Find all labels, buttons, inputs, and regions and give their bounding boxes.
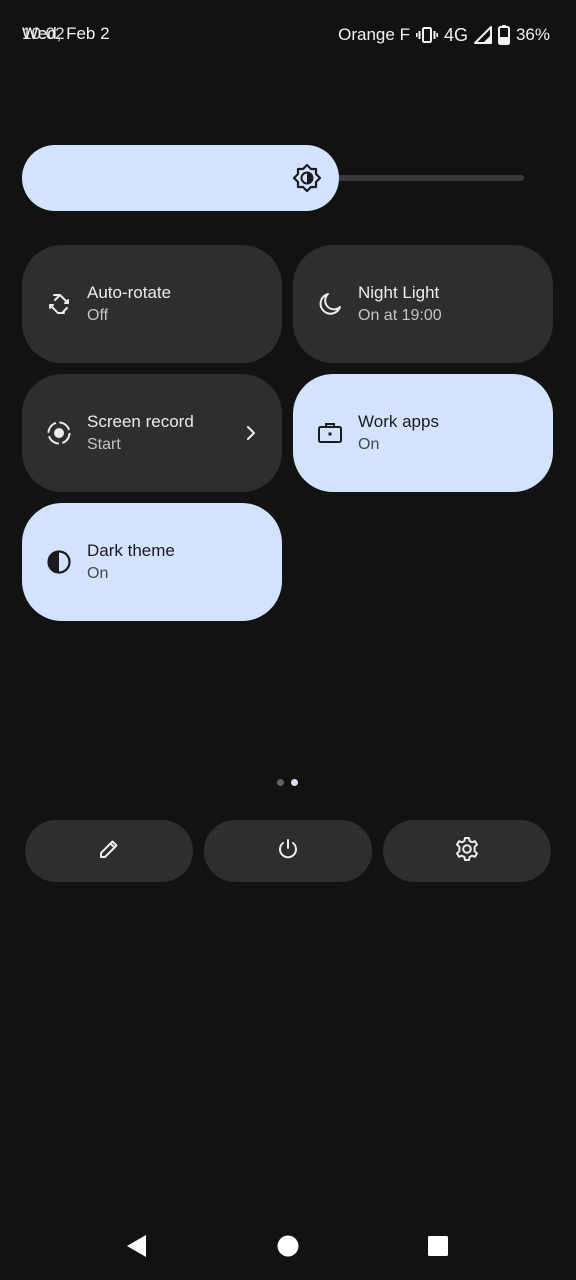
tile-title: Dark theme [87,541,175,560]
brightness-fill[interactable] [22,145,339,211]
page-dot-1 [277,779,284,786]
navigation-bar [0,1210,576,1280]
brightness-slider[interactable] [22,145,524,211]
edit-icon [97,837,121,866]
tile-dark-theme[interactable]: Dark theme On [22,503,282,621]
settings-button[interactable] [383,820,551,882]
tile-auto-rotate[interactable]: Auto-rotate Off [22,245,282,363]
dark-theme-icon [46,549,72,575]
status-bar: 10:02 Wed, Feb 2 Orange F 4G 36% [0,0,576,70]
tile-subtitle: On [358,436,380,453]
status-clock-date: 10:02 Wed, Feb 2 [22,24,132,46]
tile-night-light[interactable]: Night Light On at 19:00 [293,245,553,363]
page-indicator [277,779,299,787]
tile-subtitle: On at 19:00 [358,307,442,324]
tile-subtitle: Start [87,436,121,453]
brightness-icon [292,163,322,193]
tile-title: Auto-rotate [87,283,172,302]
settings-icon [454,836,480,867]
power-icon [276,837,300,866]
night-light-icon [317,291,343,317]
battery-percent: 36% [515,25,550,44]
tile-subtitle: Off [87,307,109,324]
tile-title: Work apps [358,412,439,431]
edit-button[interactable] [25,820,193,882]
tile-work-apps[interactable]: Work apps On [293,374,553,492]
battery-icon [497,25,510,45]
status-date: Wed, Feb 2 [22,24,110,43]
tile-title: Screen record [87,412,194,431]
home-icon[interactable] [274,1232,302,1260]
signal-icon [473,26,492,44]
network-type: 4G [443,24,468,45]
page-dot-2-active [291,779,298,786]
chevron-right-icon[interactable] [242,422,260,444]
vibrate-icon [415,26,438,44]
tile-subtitle: On [87,565,109,582]
back-icon[interactable] [124,1232,152,1260]
brightness-track[interactable] [322,175,524,181]
status-icons: Orange F 4G 36% [338,22,550,48]
tile-screen-record[interactable]: Screen record Start [22,374,282,492]
auto-rotate-icon [46,291,72,317]
carrier-name: Orange F [338,25,410,44]
work-apps-icon [317,420,343,446]
tile-title: Night Light [358,283,440,302]
recents-icon[interactable] [424,1232,452,1260]
screen-record-icon [46,420,72,446]
power-button[interactable] [204,820,372,882]
